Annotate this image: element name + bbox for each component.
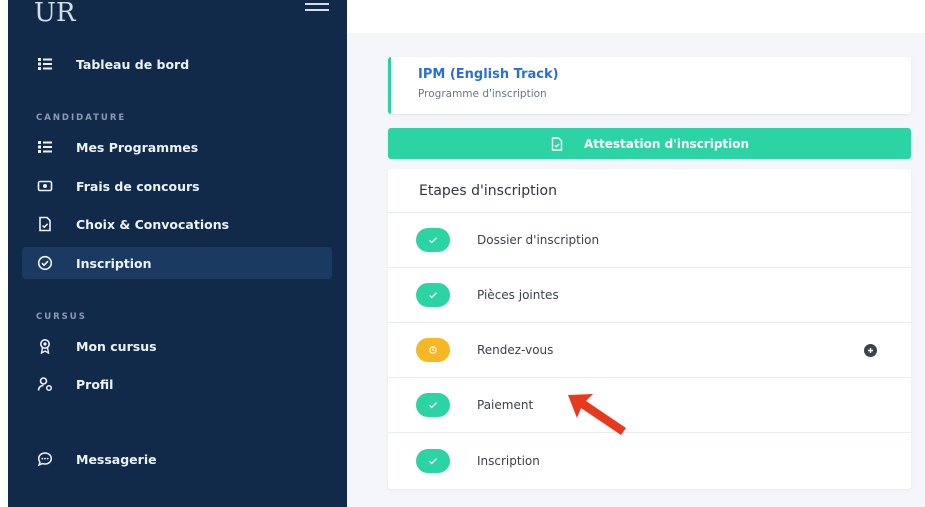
step-rendez-vous[interactable]: Rendez-vous (388, 323, 911, 378)
money-icon (36, 177, 54, 195)
check-icon (416, 228, 450, 252)
program-card[interactable]: IPM (English Track) Programme d'inscript… (388, 57, 911, 114)
check-circle-icon (36, 254, 54, 272)
clock-icon (416, 338, 450, 362)
program-subtitle: Programme d'inscription (418, 88, 547, 100)
attestation-button-label: Attestation d'inscription (583, 136, 750, 151)
main-content: IPM (English Track) Programme d'inscript… (347, 0, 925, 507)
user-icon (36, 375, 54, 393)
sidebar-item-label: Inscription (76, 255, 152, 271)
sidebar-item-messages[interactable]: Messagerie (22, 443, 332, 475)
logo: UR (34, 0, 76, 28)
step-pieces-jointes[interactable]: Pièces jointes (388, 268, 911, 323)
chat-bubble-icon (36, 450, 54, 468)
steps-card: Etapes d'inscription Dossier d'inscripti… (388, 169, 911, 489)
sidebar-item-label: Choix & Convocations (76, 216, 230, 232)
section-label-cursus: CURSUS (36, 312, 87, 322)
step-dossier[interactable]: Dossier d'inscription (388, 213, 911, 268)
sidebar-item-dashboard[interactable]: Tableau de bord (22, 48, 332, 80)
sidebar-item-inscription[interactable]: Inscription (22, 247, 332, 279)
attestation-button[interactable]: Attestation d'inscription (388, 128, 911, 159)
award-icon (36, 337, 54, 355)
app-window: UR Tableau de bord CANDIDATURE Mes Progr… (0, 0, 925, 507)
program-title[interactable]: IPM (English Track) (418, 67, 911, 82)
sidebar-item-profile[interactable]: Profil (22, 368, 332, 400)
sidebar-item-label: Frais de concours (76, 178, 200, 194)
check-icon (416, 283, 450, 307)
check-icon (416, 448, 450, 473)
step-label: Rendez-vous (477, 343, 554, 357)
sidebar-item-label: Messagerie (76, 451, 157, 467)
sidebar-item-choices[interactable]: Choix & Convocations (22, 208, 332, 240)
step-label: Inscription (477, 453, 540, 468)
document-icon (36, 215, 54, 233)
steps-title: Etapes d'inscription (388, 169, 911, 213)
annotation-arrow-icon (568, 394, 626, 435)
check-icon (416, 393, 450, 417)
sidebar-item-label: Mon cursus (76, 338, 157, 354)
top-bar (347, 0, 925, 33)
sidebar: UR Tableau de bord CANDIDATURE Mes Progr… (8, 0, 347, 507)
section-label-candidature: CANDIDATURE (36, 113, 127, 123)
sidebar-item-label: Mes Programmes (76, 139, 199, 155)
document-icon (550, 136, 564, 151)
hamburger-menu-icon[interactable] (305, 3, 329, 17)
step-label: Paiement (477, 398, 534, 412)
list-icon (36, 55, 54, 73)
step-label: Pièces jointes (477, 288, 559, 302)
sidebar-item-label: Profil (76, 376, 114, 392)
sidebar-item-programs[interactable]: Mes Programmes (22, 131, 332, 163)
sidebar-item-fees[interactable]: Frais de concours (22, 170, 332, 202)
step-inscription[interactable]: Inscription (388, 433, 911, 488)
step-label: Dossier d'inscription (477, 233, 600, 247)
step-paiement[interactable]: Paiement (388, 378, 911, 433)
add-appointment-icon[interactable] (864, 344, 877, 357)
sidebar-item-cursus[interactable]: Mon cursus (22, 330, 332, 362)
list-icon (36, 138, 54, 156)
sidebar-item-label: Tableau de bord (76, 56, 190, 72)
